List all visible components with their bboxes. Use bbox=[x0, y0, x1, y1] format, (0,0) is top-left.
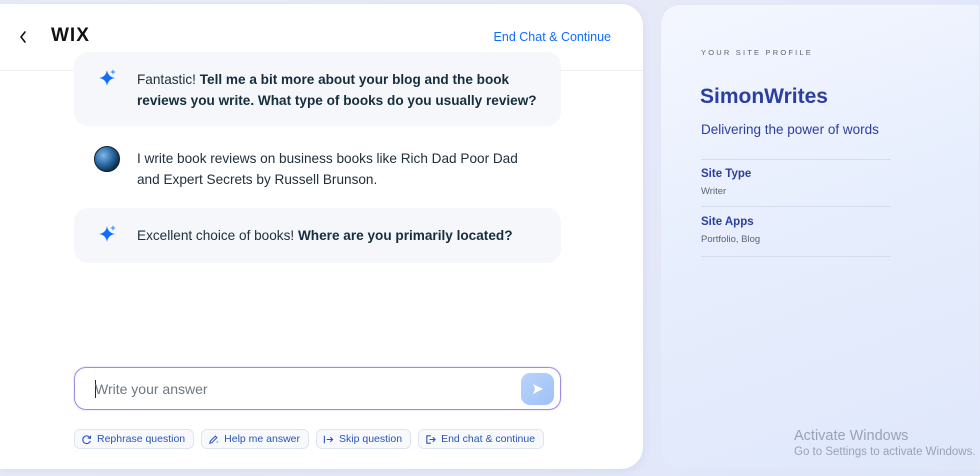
skip-question-button[interactable]: Skip question bbox=[316, 429, 412, 449]
profile-heading: YOUR SITE PROFILE bbox=[701, 48, 813, 57]
skip-arrow-icon bbox=[323, 435, 334, 443]
chip-label: Skip question bbox=[339, 433, 403, 445]
refresh-icon bbox=[82, 434, 92, 444]
help-me-answer-button[interactable]: Help me answer bbox=[201, 429, 310, 449]
quick-actions: Rephrase question Help me answer Skip qu… bbox=[74, 429, 545, 449]
divider bbox=[701, 159, 891, 160]
watermark-title: Activate Windows bbox=[794, 428, 909, 444]
message-text: Fantastic! Tell me a bit more about your… bbox=[74, 52, 561, 111]
message-text-regular: Excellent choice of books! bbox=[137, 228, 298, 243]
pencil-sparkle-icon bbox=[209, 434, 219, 444]
sparkle-icon bbox=[99, 69, 116, 86]
watermark-subtitle: Go to Settings to activate Windows. bbox=[794, 446, 976, 458]
activate-windows-watermark: Activate Windows Go to Settings to activ… bbox=[794, 428, 976, 458]
chip-label: End chat & continue bbox=[441, 433, 536, 445]
site-profile-panel: YOUR SITE PROFILE SimonWrites Delivering… bbox=[660, 4, 980, 469]
site-apps-label: Site Apps bbox=[701, 216, 754, 228]
ai-message: Excellent choice of books! Where are you… bbox=[74, 208, 561, 263]
message-text-regular: Fantastic! bbox=[137, 72, 200, 87]
end-chat-continue-link[interactable]: End Chat & Continue bbox=[494, 30, 611, 44]
message-text: I write book reviews on business books l… bbox=[137, 151, 518, 187]
sparkle-icon bbox=[99, 225, 116, 242]
message-list: Fantastic! Tell me a bit more about your… bbox=[74, 52, 561, 263]
ai-message: Fantastic! Tell me a bit more about your… bbox=[74, 52, 561, 126]
chip-label: Help me answer bbox=[224, 433, 301, 445]
end-chat-continue-button[interactable]: End chat & continue bbox=[418, 429, 545, 449]
chevron-left-icon bbox=[20, 31, 26, 43]
chat-panel: WIX End Chat & Continue Fantastic! Tell … bbox=[0, 4, 643, 469]
message-text-bold: Where are you primarily located? bbox=[297, 228, 513, 243]
avatar bbox=[94, 146, 120, 172]
user-message: I write book reviews on business books l… bbox=[74, 132, 561, 196]
site-apps-value: Portfolio, Blog bbox=[701, 234, 761, 245]
rephrase-question-button[interactable]: Rephrase question bbox=[74, 429, 195, 449]
chip-label: Rephrase question bbox=[97, 433, 186, 445]
site-tagline: Delivering the power of words bbox=[701, 122, 879, 137]
answer-composer bbox=[74, 367, 561, 410]
site-type-label: Site Type bbox=[701, 168, 752, 180]
exit-icon bbox=[426, 434, 436, 444]
site-name: SimonWrites bbox=[700, 85, 828, 108]
send-icon bbox=[532, 384, 543, 394]
site-type-value: Writer bbox=[701, 186, 727, 197]
back-button[interactable] bbox=[18, 26, 36, 46]
divider bbox=[701, 206, 891, 207]
divider bbox=[701, 256, 891, 257]
answer-input[interactable] bbox=[95, 379, 495, 399]
send-button[interactable] bbox=[521, 373, 554, 405]
wix-logo: WIX bbox=[51, 25, 90, 46]
message-text: Excellent choice of books! Where are you… bbox=[74, 208, 561, 246]
